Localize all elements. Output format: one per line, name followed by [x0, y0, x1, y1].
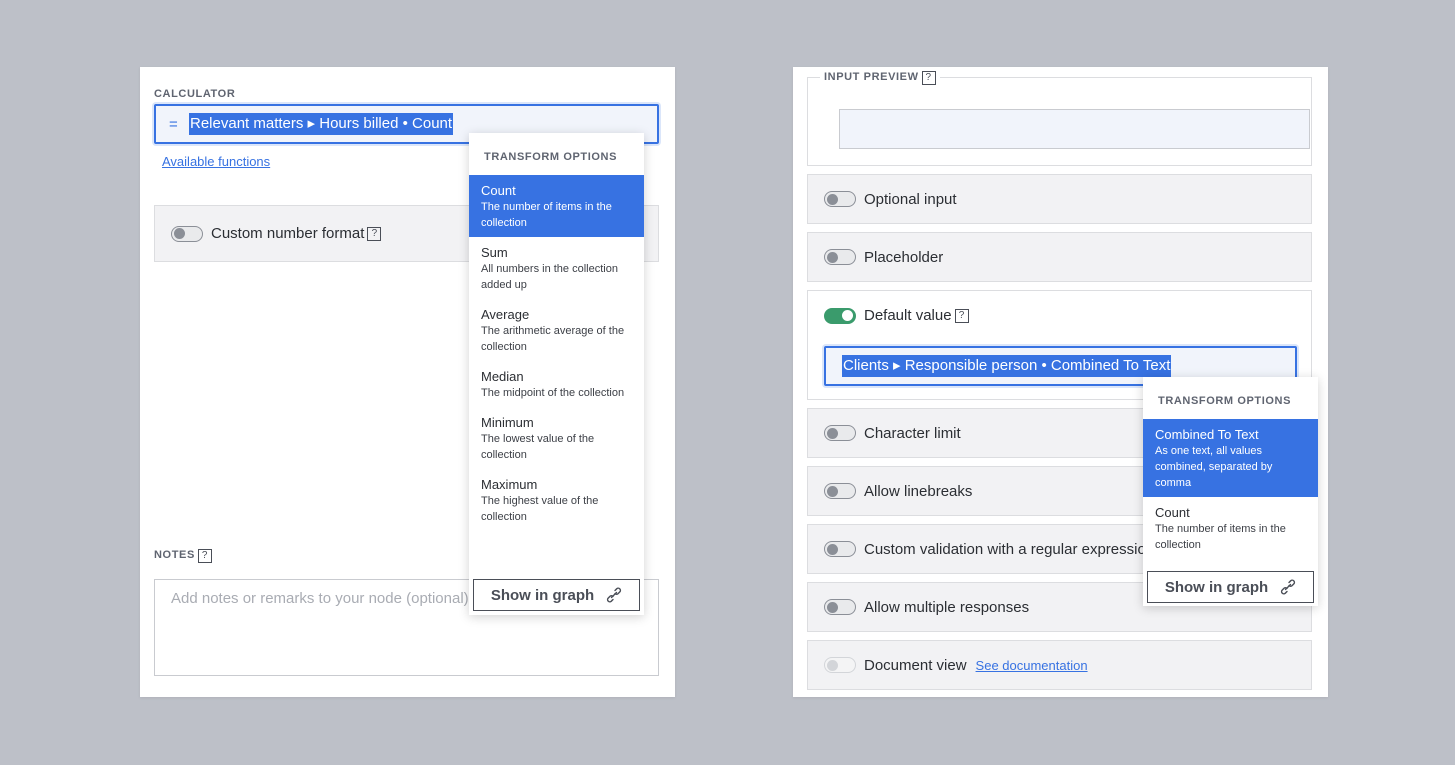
toggle-knob: [827, 601, 838, 613]
allow-multiple-toggle[interactable]: [824, 599, 856, 615]
notes-label: NOTES?: [154, 549, 212, 563]
option-description: The midpoint of the collection: [481, 387, 625, 399]
option-count[interactable]: Count The number of items in the collect…: [1143, 497, 1318, 559]
optional-input-toggle[interactable]: [824, 191, 856, 207]
option-title: Combined To Text: [1155, 427, 1259, 442]
input-preview-field[interactable]: [839, 109, 1310, 149]
option-description: The lowest value of the collection: [481, 433, 595, 461]
default-value-formula[interactable]: Clients ▸ Responsible person • Combined …: [842, 355, 1172, 377]
option-description: The number of items in the collection: [1155, 523, 1286, 551]
toggle-knob: [827, 485, 838, 497]
see-documentation-link[interactable]: See documentation: [976, 658, 1088, 673]
allow-linebreaks-toggle[interactable]: [824, 483, 856, 499]
formula-text[interactable]: Relevant matters ▸ Hours billed • Count: [189, 113, 454, 135]
show-in-graph-label: Show in graph: [1164, 578, 1269, 596]
toggle-knob: [827, 427, 838, 439]
option-maximum[interactable]: Maximum The highest value of the collect…: [469, 469, 644, 531]
toggle-knob: [827, 543, 838, 555]
option-sum[interactable]: Sum All numbers in the collection added …: [469, 237, 644, 299]
allow-multiple-label: Allow multiple responses: [864, 598, 1030, 616]
character-limit-toggle[interactable]: [824, 425, 856, 441]
toggle-knob: [827, 193, 838, 205]
input-preview-label: INPUT PREVIEW?: [820, 71, 940, 85]
transform-options-dropdown: TRANSFORM OPTIONS Count The number of it…: [469, 133, 644, 615]
document-view-row: Document view See documentation: [807, 640, 1312, 690]
available-functions-link[interactable]: Available functions: [162, 154, 270, 169]
default-value-label: Default value: [864, 307, 952, 324]
toggle-knob: [827, 251, 838, 263]
custom-validation-toggle[interactable]: [824, 541, 856, 557]
option-title: Maximum: [481, 477, 538, 492]
dropdown-header: TRANSFORM OPTIONS: [1158, 395, 1292, 407]
character-limit-label: Character limit: [864, 424, 961, 442]
optional-input-row: Optional input: [807, 174, 1312, 224]
option-description: As one text, all values combined, separa…: [1155, 445, 1273, 489]
option-title: Minimum: [481, 415, 534, 430]
option-description: The number of items in the collection: [481, 201, 612, 229]
placeholder-label: Placeholder: [864, 248, 944, 266]
option-title: Count: [481, 183, 516, 198]
help-icon[interactable]: ?: [197, 549, 212, 563]
option-title: Count: [1155, 505, 1190, 520]
option-title: Median: [481, 369, 524, 384]
option-combined-to-text[interactable]: Combined To Text As one text, all values…: [1143, 419, 1318, 497]
link-icon: [1280, 579, 1296, 595]
custom-validation-label: Custom validation with a regular express…: [864, 540, 1155, 558]
transform-options-dropdown: TRANSFORM OPTIONS Combined To Text As on…: [1143, 377, 1318, 606]
custom-number-format-toggle[interactable]: [171, 225, 203, 242]
placeholder-row: Placeholder: [807, 232, 1312, 282]
allow-linebreaks-label: Allow linebreaks: [864, 482, 973, 500]
document-view-label: Document view: [864, 656, 967, 674]
option-count[interactable]: Count The number of items in the collect…: [469, 175, 644, 237]
show-in-graph-label: Show in graph: [490, 586, 595, 604]
input-preview-section: [807, 77, 1312, 166]
toggle-knob: [842, 310, 853, 321]
option-median[interactable]: Median The midpoint of the collection: [469, 361, 644, 407]
document-view-toggle[interactable]: [824, 657, 856, 673]
option-title: Average: [481, 307, 530, 322]
option-average[interactable]: Average The arithmetic average of the co…: [469, 299, 644, 361]
calculator-label: CALCULATOR: [154, 88, 236, 100]
option-description: All numbers in the collection added up: [481, 263, 618, 291]
equals-sign: =: [169, 115, 178, 133]
dropdown-header: TRANSFORM OPTIONS: [484, 151, 618, 163]
help-icon[interactable]: ?: [954, 308, 969, 323]
link-icon: [606, 587, 622, 603]
option-description: The highest value of the collection: [481, 495, 599, 523]
custom-number-format-label: Custom number format: [211, 225, 365, 242]
option-minimum[interactable]: Minimum The lowest value of the collecti…: [469, 407, 644, 469]
option-title: Sum: [481, 245, 508, 260]
input-preview-label-text: INPUT PREVIEW: [824, 71, 919, 83]
show-in-graph-button[interactable]: Show in graph: [1147, 571, 1314, 603]
help-icon[interactable]: ?: [367, 226, 382, 241]
placeholder-toggle[interactable]: [824, 249, 856, 265]
notes-label-text: NOTES: [154, 549, 195, 561]
default-value-header: Default value ?: [808, 307, 969, 324]
toggle-knob: [827, 659, 838, 671]
default-value-toggle[interactable]: [824, 307, 856, 324]
show-in-graph-button[interactable]: Show in graph: [473, 579, 640, 611]
option-description: The arithmetic average of the collection: [481, 325, 625, 353]
toggle-knob: [174, 228, 185, 239]
help-icon[interactable]: ?: [921, 71, 936, 85]
optional-input-label: Optional input: [864, 190, 957, 208]
